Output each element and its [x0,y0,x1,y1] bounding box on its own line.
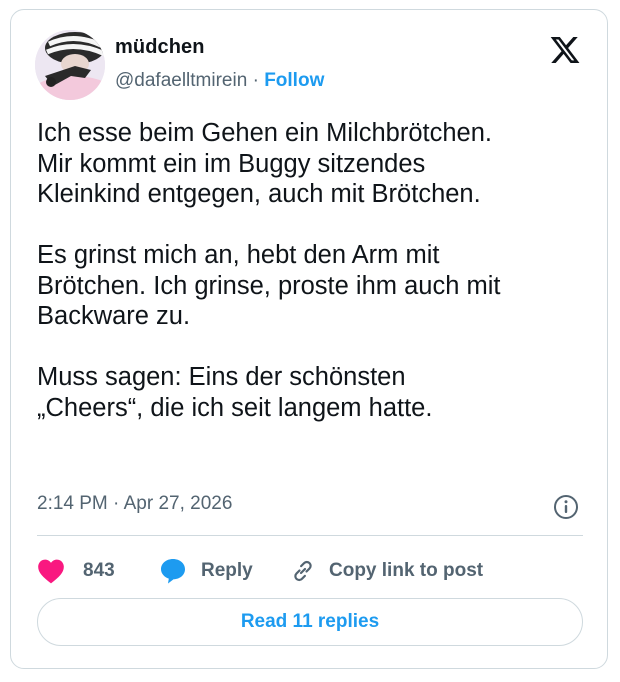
divider [37,535,583,536]
heart-icon [37,558,65,584]
separator-dot: · [252,70,259,91]
follow-button[interactable]: Follow [264,70,324,91]
like-button[interactable]: 843 [37,554,115,588]
info-icon[interactable] [553,494,579,520]
link-icon [289,557,317,585]
user-handle[interactable]: @dafaelltmirein [115,70,247,91]
x-logo-icon[interactable] [549,34,581,66]
reply-label: Reply [201,560,253,581]
display-name[interactable]: müdchen [115,36,205,59]
timestamp[interactable]: 2:14 PM · Apr 27, 2026 [37,493,232,515]
copy-link-button[interactable]: Copy link to post [289,554,483,588]
handle-row: @dafaelltmirein · Follow [115,70,324,92]
avatar-image [35,30,105,100]
avatar[interactable] [35,30,105,100]
reply-button[interactable]: Reply [159,554,253,588]
like-count: 843 [83,560,115,581]
read-replies-button[interactable]: Read 11 replies [37,598,583,646]
copy-link-label: Copy link to post [329,560,484,581]
speech-bubble-icon [159,557,187,585]
tweet-text: Ich esse beim Gehen ein Milchbrötchen. M… [37,119,501,422]
tweet-card: müdchen @dafaelltmirein · Follow Ich ess… [10,9,608,669]
